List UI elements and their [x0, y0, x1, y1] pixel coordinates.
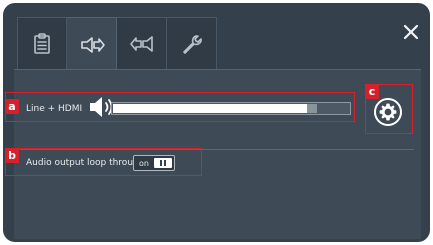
tab-tools[interactable] [167, 17, 217, 69]
tab-audio-output[interactable] [67, 17, 117, 71]
callout-tag-b: b [5, 148, 19, 163]
speaker-output-icon [80, 36, 105, 53]
callout-box-b [5, 148, 202, 176]
wrench-icon [182, 34, 202, 54]
close-button[interactable] [399, 20, 423, 44]
tab-strip [17, 17, 217, 71]
callout-tag-a: a [5, 99, 19, 114]
close-icon [403, 24, 419, 40]
callout-tag-c: c [365, 84, 379, 99]
callout-box-a [5, 92, 355, 122]
tab-clipboard[interactable] [17, 17, 67, 69]
tab-audio-input[interactable] [117, 17, 167, 69]
audio-input-icon [129, 35, 153, 52]
clipboard-icon [34, 32, 50, 54]
